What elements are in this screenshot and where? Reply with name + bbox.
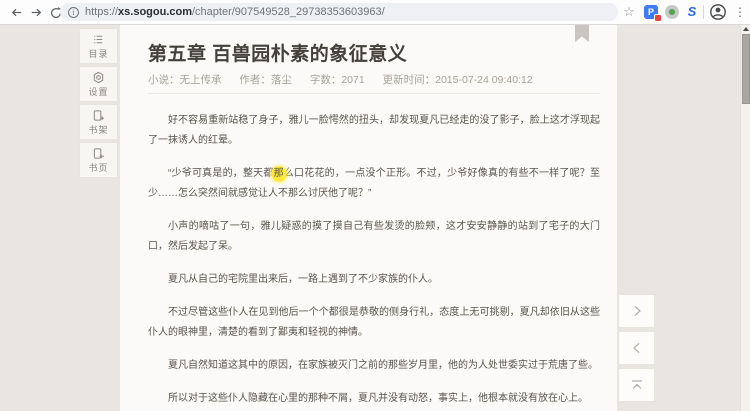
paragraph: 不过尽管这些仆人在见到他后一个个都很是恭敬的侧身行礼，态度上无可挑剔，夏凡却依旧… xyxy=(148,307,600,338)
browser-toolbar: i https://xs.sogou.com/chapter/907549528… xyxy=(0,0,750,25)
chevron-right-icon xyxy=(634,306,641,316)
chevron-left-icon xyxy=(632,343,639,353)
bookpage-back-icon xyxy=(93,147,105,159)
address-bar[interactable]: i https://xs.sogou.com/chapter/907549528… xyxy=(60,3,618,21)
paragraph: 好不容易重新站稳了身子，雅儿一脸愕然的扭头，却发现夏凡已经走的没了影子，脸上这才… xyxy=(148,115,600,146)
sidebar-item-label: 书页 xyxy=(88,162,109,173)
settings-gear-icon xyxy=(93,71,104,83)
bookmark-star-icon[interactable]: ☆ xyxy=(621,3,637,21)
back-arrow-icon xyxy=(11,8,22,17)
sidebar-item-label: 书架 xyxy=(88,124,109,135)
meta-word-count: 字数：2071 xyxy=(309,74,365,86)
arrow-to-top-icon xyxy=(631,380,642,389)
paragraph: 小声的嘀咕了一句，雅儿疑惑的摸了摸自己有些发烫的脸颊，这才安安静静的站到了宅子的… xyxy=(148,221,600,252)
forward-arrow-icon xyxy=(31,8,42,17)
url-domain: xs.sogou.com xyxy=(118,6,192,18)
sidebar-item-toc[interactable]: 目录 xyxy=(79,28,118,64)
paragraph: 夏凡从自己的宅院里出来后，一路上遇到了不少家族的仆人。 xyxy=(168,274,438,285)
chapter-paragraphs: 好不容易重新站稳了身子，雅儿一脸愕然的扭头，却发现夏凡已经走的没了影子，脸上这才… xyxy=(148,111,600,409)
paragraph: “少爷可真是的，整天都那么口花花的，一点没个正形。不过，少爷好像真的有些不一样了… xyxy=(148,164,600,204)
paragraph: 夏凡自然知道这其中的原因，在家族被灭门之前的那些岁月里，他的为人处世委实过于荒唐… xyxy=(168,360,598,371)
profile-icon xyxy=(710,4,726,20)
meta-novel: 小说：无上传承 xyxy=(148,74,222,86)
next-chapter-button[interactable] xyxy=(618,294,655,328)
sidebar-item-label: 设置 xyxy=(88,86,109,97)
extension-green-dot xyxy=(669,9,675,15)
page-scrollbar[interactable] xyxy=(740,25,750,411)
click-highlight: 那 xyxy=(273,168,284,179)
toolbar-separator xyxy=(703,5,704,19)
back-button[interactable] xyxy=(8,4,25,21)
meta-updated: 更新时间：2015-07-24 09:40:12 xyxy=(382,74,533,86)
toc-list-icon xyxy=(94,35,103,43)
extension-circle-icon[interactable] xyxy=(665,5,679,19)
sogou-extension-icon[interactable]: S xyxy=(685,5,699,19)
bookshelf-add-icon xyxy=(93,109,105,121)
profile-button[interactable] xyxy=(709,3,727,21)
browser-window: i https://xs.sogou.com/chapter/907549528… xyxy=(0,0,750,411)
url-path: /chapter/907549528_29738353603963/ xyxy=(192,6,385,18)
extension-p-icon[interactable]: P xyxy=(644,5,662,22)
sidebar-item-label: 目录 xyxy=(88,48,109,59)
chapter-paper: 第五章 百兽园朴素的象征意义 小说：无上传承 作者：落尘 字数：2071 更新时… xyxy=(120,25,617,411)
back-to-top-button[interactable] xyxy=(618,368,655,402)
browser-menu-icon[interactable]: ⋮ xyxy=(733,3,747,21)
page-info-icon[interactable]: i xyxy=(68,6,79,18)
meta-author: 作者：落尘 xyxy=(239,74,292,86)
sidebar-item-bookshelf[interactable]: 书架 xyxy=(79,104,118,140)
forward-button[interactable] xyxy=(28,4,45,21)
sidebar-item-bookpage[interactable]: 书页 xyxy=(79,142,118,178)
chapter-meta: 小说：无上传承 作者：落尘 字数：2071 更新时间：2015-07-24 09… xyxy=(148,74,600,94)
chapter-title: 第五章 百兽园朴素的象征意义 xyxy=(148,44,408,65)
scrollbar-thumb[interactable] xyxy=(742,34,750,104)
extension-p-badge xyxy=(654,14,662,22)
url-scheme: https:// xyxy=(85,6,119,18)
reader-page: 目录 设置 书架 书页 第五章 百兽园朴素的象征意义 小说：无上传承 作者：落尘… xyxy=(0,25,750,411)
paragraph: 所以对于这些仆人隐藏在心里的那种不屑，夏凡并没有动怒，事实上，他根本就没有放在心… xyxy=(168,393,588,404)
scrollbar-up-icon[interactable] xyxy=(741,25,750,34)
paragraph-text: “少爷可真是的，整天都 xyxy=(168,168,274,179)
url-text: https://xs.sogou.com/chapter/907549528_2… xyxy=(85,6,385,18)
sidebar-item-settings[interactable]: 设置 xyxy=(79,66,118,102)
prev-chapter-button[interactable] xyxy=(618,331,655,365)
chapter-content: 第五章 百兽园朴素的象征意义 小说：无上传承 作者：落尘 字数：2071 更新时… xyxy=(120,25,617,409)
